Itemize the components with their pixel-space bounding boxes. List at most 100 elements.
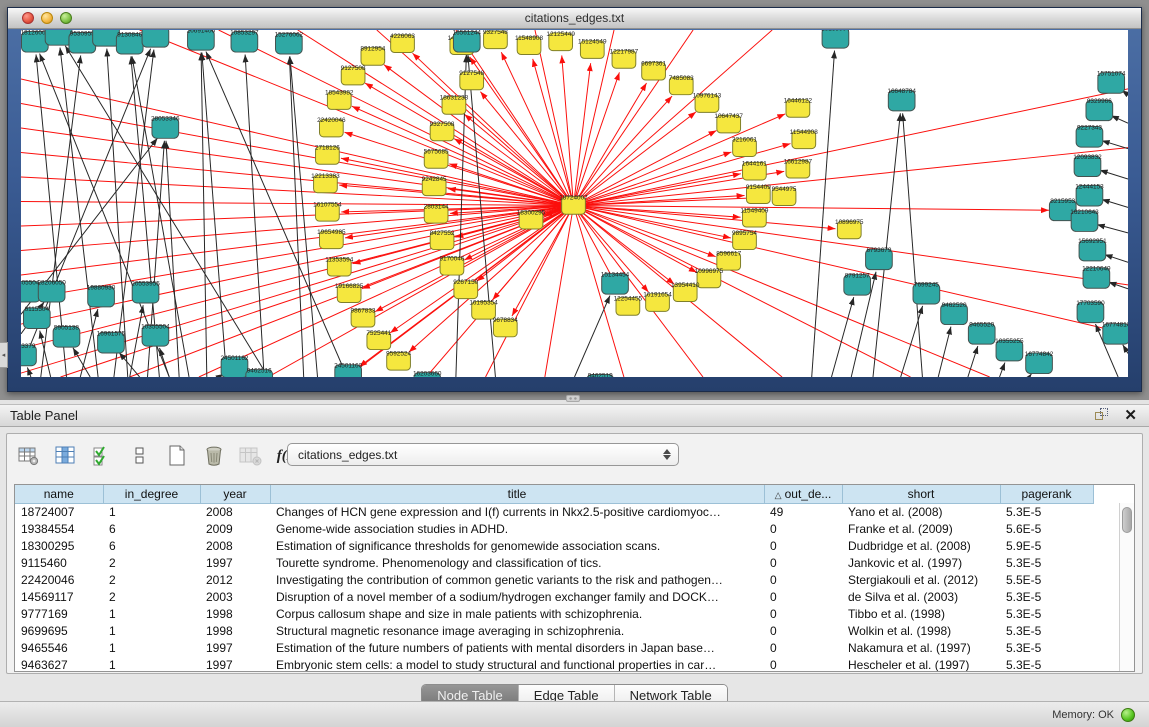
node-table: namein_degreeyeartitle△out_de...shortpag… [14, 484, 1135, 672]
close-window-icon[interactable] [22, 12, 34, 24]
graph-node-label: 10955727 [141, 30, 170, 32]
float-panel-icon[interactable] [1095, 408, 1110, 423]
graph-node-label: 1644161 [742, 160, 767, 167]
graph-node-label: 15751074 [1097, 71, 1126, 78]
graph-node-label: 9327508 [430, 121, 455, 128]
column-header-year[interactable]: year [200, 485, 270, 503]
dropdown-arrows-icon [660, 449, 678, 460]
table-row[interactable]: 977716911998Corpus callosum shape and si… [15, 605, 1093, 622]
graph-node-label: 9592524 [386, 350, 411, 357]
graph-node[interactable] [822, 30, 849, 48]
graph-node-label: 18631238 [440, 95, 469, 102]
status-bar: Memory: OK [0, 701, 1149, 727]
graph-node-label: 13954410 [671, 282, 700, 289]
column-header-short[interactable]: short [842, 485, 1000, 503]
column-header-title[interactable]: title [270, 485, 764, 503]
graph-node-label: 8912954 [360, 46, 385, 53]
graph-node-label: 28206050 [37, 279, 66, 286]
graph-node[interactable] [45, 30, 72, 45]
table-row[interactable]: 1456911722003Disruption of a novel membe… [15, 588, 1093, 605]
table-panel-body: f(x) citations_edges.txt namein_degreeye… [0, 427, 1149, 701]
graph-node-label: 9462520 [942, 302, 967, 309]
close-panel-icon[interactable]: ✕ [1124, 408, 1137, 423]
graph-node-label: 6115504 [25, 306, 50, 313]
graph-node-label: 16195354 [469, 299, 498, 306]
table-panel-inset: f(x) citations_edges.txt namein_degreeye… [6, 433, 1143, 674]
graph-node-label: 9242845 [422, 176, 447, 183]
graph-node-label: 7699245 [914, 281, 939, 288]
table-toolbar: f(x) [15, 440, 302, 472]
graph-node-label: 9462519 [588, 373, 613, 377]
show-columns-icon[interactable] [52, 442, 80, 470]
graph-node-label: 16107554 [313, 201, 342, 208]
graph-node-label: 16561244 [453, 30, 482, 36]
graph-node-label: 9544975 [772, 186, 797, 193]
table-row[interactable]: 1872400712008Changes of HCN gene express… [15, 503, 1093, 520]
graph-node-label: 18724007 [559, 195, 588, 202]
table-row[interactable]: 1938455462009Genome-wide association stu… [15, 520, 1093, 537]
network-view[interactable]: 1872400718300295422606389129549127508185… [21, 30, 1128, 377]
graph-node-label: 15692951 [1078, 238, 1107, 245]
memory-ok-indicator-icon [1121, 708, 1135, 722]
graph-node-label: 10853297 [230, 30, 259, 36]
graph-node-label: 24501162 [220, 355, 248, 362]
graph-node-label: 8215953 [1050, 198, 1075, 205]
table-selector-dropdown[interactable]: citations_edges.txt [287, 443, 679, 466]
zoom-window-icon[interactable] [60, 12, 72, 24]
column-header-pagerank[interactable]: pagerank [1000, 485, 1093, 503]
panel-splitter-handle[interactable] [566, 395, 580, 402]
graph-node-label: 20553955 [131, 280, 160, 287]
graph-node-label: 19654985 [317, 229, 346, 236]
table-row[interactable]: 1830029562008Estimation of significance … [15, 537, 1093, 554]
graph-node-label: 12210649 [1082, 266, 1111, 273]
table-row[interactable]: 946554611997Estimation of the future num… [15, 639, 1093, 656]
column-header-in_degree[interactable]: in_degree [103, 485, 200, 503]
graph-node[interactable] [142, 30, 169, 47]
graph-node-label: 11544908 [790, 129, 818, 136]
graph-node-label: 9154409 [746, 184, 771, 191]
graph-node-label: 12093832 [1073, 154, 1102, 161]
table-row[interactable]: 969969511998Structural magnetic resonanc… [15, 622, 1093, 639]
node-table-grid: namein_degreeyeartitle△out_de...shortpag… [15, 485, 1094, 672]
graph-node-label: 9329966 [1087, 98, 1112, 105]
graph-node-label: 9127548 [459, 70, 484, 77]
graph-node[interactable] [93, 30, 120, 46]
table-body: 1872400712008Changes of HCN gene express… [15, 503, 1093, 672]
window-title: citations_edges.txt [8, 11, 1141, 25]
graph-node-label: 9678834 [493, 317, 518, 324]
graph-node-label: 18300295 [517, 209, 546, 216]
column-header-name[interactable]: name [15, 485, 103, 503]
graph-node-label: 16774842 [1025, 351, 1054, 358]
row-height-icon[interactable] [126, 442, 154, 470]
graph-node-label: 7525441 [366, 330, 391, 337]
graph-node-label: 19880930 [87, 284, 116, 291]
table-vertical-scrollbar[interactable] [1119, 503, 1134, 671]
network-window[interactable]: citations_edges.txt 18724007 18300295 4226… [7, 7, 1142, 392]
graph-node-label: 9127508 [341, 65, 366, 72]
west-panel-collapse-handle[interactable]: ◂ [0, 342, 8, 368]
table-panel-title: Table Panel [0, 408, 1095, 423]
graph-node-label: 10996975 [695, 268, 724, 275]
table-header-row[interactable]: namein_degreeyeartitle△out_de...shortpag… [15, 485, 1093, 503]
graph-node-label: 17703590 [1076, 300, 1105, 307]
import-table-icon [237, 442, 265, 470]
scrollbar-thumb[interactable] [1122, 507, 1132, 533]
network-window-titlebar[interactable]: citations_edges.txt [8, 8, 1141, 29]
graph-node-label: 4226063 [390, 33, 415, 40]
modify-table-icon[interactable] [15, 442, 43, 470]
graph-node-label: 16210643 [1070, 209, 1099, 216]
selection-mode-icon[interactable] [89, 442, 117, 470]
graph-node-label: 8596617 [716, 250, 741, 257]
table-selector-value: citations_edges.txt [288, 448, 660, 462]
table-row[interactable]: 911546021997Tourette syndrome. Phenomeno… [15, 554, 1093, 571]
graph-node-label: 9530955 [70, 30, 95, 37]
table-row[interactable]: 2242004622012Investigating the contribut… [15, 571, 1093, 588]
minimize-window-icon[interactable] [41, 12, 53, 24]
graph-node-label: 22420046 [317, 117, 346, 124]
graph-node-label: 9227343 [1077, 125, 1102, 132]
table-row[interactable]: 946362711997Embryonic stem cells: a mode… [15, 656, 1093, 672]
column-header-out_de[interactable]: △out_de... [764, 485, 842, 503]
delete-table-icon[interactable] [200, 442, 228, 470]
create-table-icon[interactable] [163, 442, 191, 470]
graph-node-label: 6697361 [641, 60, 666, 67]
